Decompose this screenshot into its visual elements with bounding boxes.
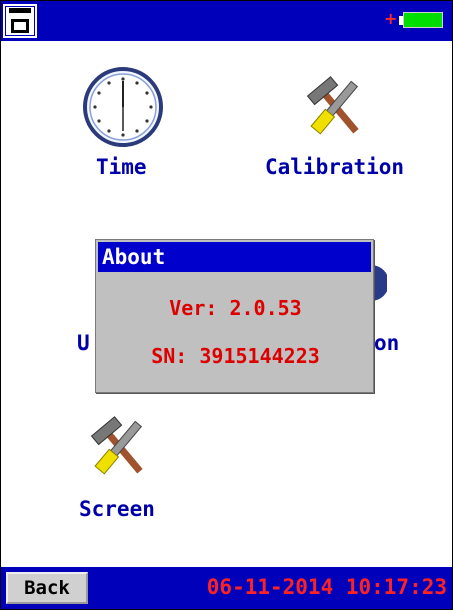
serial-number-text: SN: 3915144223: [151, 344, 320, 368]
battery-charging-indicator: +: [384, 9, 398, 28]
screen-tools-icon[interactable]: [83, 411, 155, 483]
menu-label-partial-right[interactable]: on: [374, 331, 399, 355]
device-screen: + Time Calibration U on Screen About Ver…: [0, 0, 453, 610]
bottom-bar: Back 06-11-2014 10:17:23: [1, 567, 452, 609]
calibration-tools-icon[interactable]: [299, 71, 371, 143]
about-dialog: About Ver: 2.0.53 SN: 3915144223: [95, 239, 374, 393]
version-text: Ver: 2.0.53: [169, 296, 302, 320]
status-bar: +: [1, 1, 452, 41]
datetime-display: 06-11-2014 10:17:23: [206, 575, 447, 599]
menu-label-screen[interactable]: Screen: [79, 497, 155, 521]
battery-icon: [403, 12, 443, 28]
floppy-disk-icon[interactable]: [3, 4, 37, 38]
menu-label-partial-left[interactable]: U: [77, 331, 90, 355]
back-button[interactable]: Back: [6, 572, 88, 604]
dialog-title: About: [98, 242, 371, 272]
clock-icon[interactable]: [81, 65, 165, 149]
menu-label-calibration[interactable]: Calibration: [265, 155, 404, 179]
menu-label-time[interactable]: Time: [96, 155, 147, 179]
